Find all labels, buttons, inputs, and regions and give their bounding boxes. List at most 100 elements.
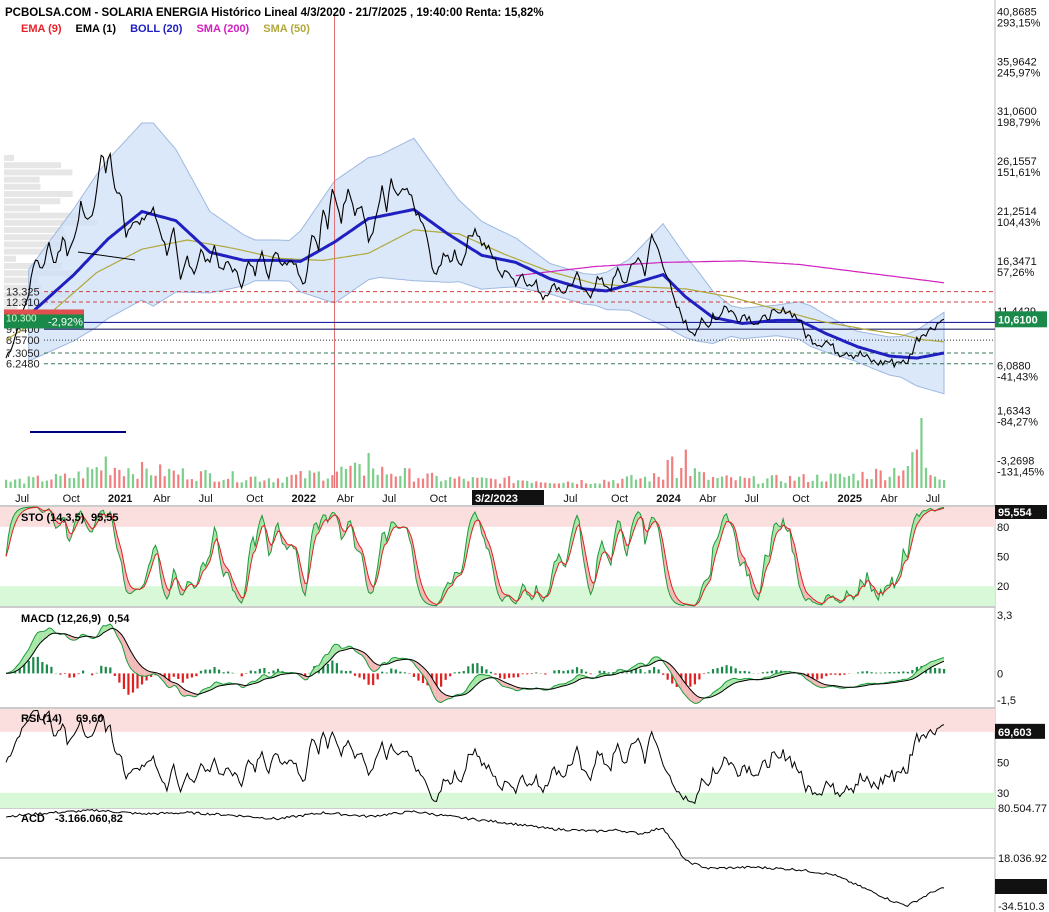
macd-histogram-bar: [557, 670, 561, 674]
hover-date-label: 3/2/2023: [475, 493, 518, 505]
volume-bar: [213, 481, 216, 488]
volume-bar: [145, 468, 148, 488]
volume-bar: [344, 468, 348, 488]
macd-histogram-bar: [566, 670, 570, 674]
x-tick-label: 2025: [838, 493, 862, 505]
rsi-last-label: 69,603: [998, 727, 1032, 739]
volume-bar: [32, 477, 35, 488]
volume-bar: [838, 473, 841, 488]
last-price-label: 10,6100: [998, 314, 1038, 326]
sto-level-label: 80: [997, 522, 1009, 534]
macd-histogram-bar: [585, 671, 588, 674]
rsi-panel[interactable]: RSI (14) 69,60: [0, 709, 995, 808]
acd-panel[interactable]: ACD -3.166.060,82: [0, 808, 995, 907]
volume-bar: [607, 481, 610, 488]
price-panel[interactable]: 13.32512.3109.64008.57007.30506.2480-2,9…: [4, 16, 995, 488]
volume-bar: [797, 476, 801, 488]
macd-histogram-bar: [403, 672, 406, 674]
sto-title: STO (14,3,5): [21, 512, 85, 524]
volume-bar: [652, 473, 656, 488]
macd-histogram-bar: [494, 673, 497, 675]
volume-profile-bar: [4, 162, 61, 169]
macd-histogram-bar: [381, 671, 384, 674]
x-tick-label: Oct: [611, 493, 628, 505]
volume-bar: [598, 483, 601, 488]
volume-bar: [757, 483, 760, 488]
volume-bar: [281, 482, 284, 488]
macd-histogram-bar: [503, 673, 506, 679]
price-axis-percent: -41,43%: [997, 371, 1038, 383]
volume-bar: [802, 474, 805, 488]
volume-bar: [199, 471, 203, 488]
volume-bar: [254, 476, 257, 488]
volume-bar: [521, 480, 524, 488]
macd-histogram-bar: [231, 672, 234, 674]
volume-bar: [444, 480, 447, 488]
volume-bar: [245, 480, 248, 488]
macd-histogram-bar: [136, 673, 139, 689]
macd-histogram-bar: [254, 671, 257, 674]
macd-histogram-bar: [625, 672, 629, 674]
volume-bar: [480, 477, 483, 488]
volume-bar: [299, 470, 302, 488]
macd-histogram-bar: [172, 673, 175, 677]
macd-histogram-bar: [906, 671, 909, 674]
volume-bar: [295, 474, 298, 488]
macd-panel[interactable]: MACD (12,26,9) 0,54: [5, 613, 946, 704]
macd-histogram-bar: [227, 671, 230, 674]
rsi-level-label: 50: [997, 757, 1009, 769]
volume-bar: [897, 475, 900, 488]
macd-histogram-bar: [127, 673, 130, 695]
volume-bar: [86, 467, 89, 488]
volume-bar: [666, 460, 669, 488]
macd-histogram-bar: [702, 673, 706, 675]
macd-histogram-bar: [884, 672, 887, 674]
macd-histogram-bar: [340, 670, 343, 674]
price-axis-percent: 151,61%: [997, 167, 1041, 179]
volume-bar: [906, 465, 909, 488]
macd-histogram-bar: [639, 668, 642, 674]
volume-bar: [127, 468, 130, 488]
volume-bar: [458, 476, 461, 488]
volume-bar: [462, 478, 465, 488]
volume-bar: [503, 477, 506, 488]
volume-bar: [893, 467, 896, 488]
x-tick-label: Jul: [926, 493, 940, 505]
chart-title: PCBOLSA.COM - SOLARIA ENERGIA Histórico …: [5, 7, 544, 19]
volume-bar: [9, 481, 12, 488]
volume-bar: [326, 478, 329, 488]
volume-bar: [399, 476, 402, 488]
macd-histogram-bar: [476, 663, 479, 674]
macd-histogram-bar: [362, 673, 366, 680]
legend: EMA (9) EMA (1) BOLL (20) SMA (200) SMA (50): [21, 23, 310, 35]
sto-overbought-zone: [0, 507, 995, 527]
macd-histogram-bar: [766, 671, 769, 674]
price-axis-percent: 293,15%: [997, 17, 1041, 29]
macd-histogram-bar: [208, 669, 212, 674]
macd-histogram-bar: [385, 672, 388, 674]
macd-histogram-bar: [743, 670, 746, 674]
volume-profile-bar: [4, 255, 17, 262]
macd-histogram-bar: [412, 673, 416, 677]
volume-bar: [122, 476, 126, 488]
volume-bar: [856, 480, 860, 488]
volume-bar: [322, 480, 325, 488]
macd-histogram-bar: [730, 666, 733, 674]
volume-bar: [580, 480, 583, 488]
volume-bar: [236, 482, 239, 488]
macd-histogram-bar: [32, 657, 35, 674]
volume-bar: [793, 480, 796, 488]
macd-histogram-bar: [467, 666, 470, 674]
stochastic-panel[interactable]: STO (14,3,5) 95,55: [0, 506, 995, 607]
macd-histogram-bar: [897, 671, 900, 674]
macd-histogram-bar: [258, 668, 261, 674]
volume-bar: [507, 476, 511, 488]
x-tick-label: Oct: [63, 493, 80, 505]
volume-bar: [50, 479, 53, 488]
rsi-level-label: 30: [997, 788, 1009, 800]
volume-bar: [639, 478, 642, 488]
volume-bar: [95, 467, 98, 488]
macd-histogram-bar: [358, 673, 361, 678]
macd-histogram-bar: [113, 673, 116, 676]
volume-bar: [100, 470, 103, 488]
